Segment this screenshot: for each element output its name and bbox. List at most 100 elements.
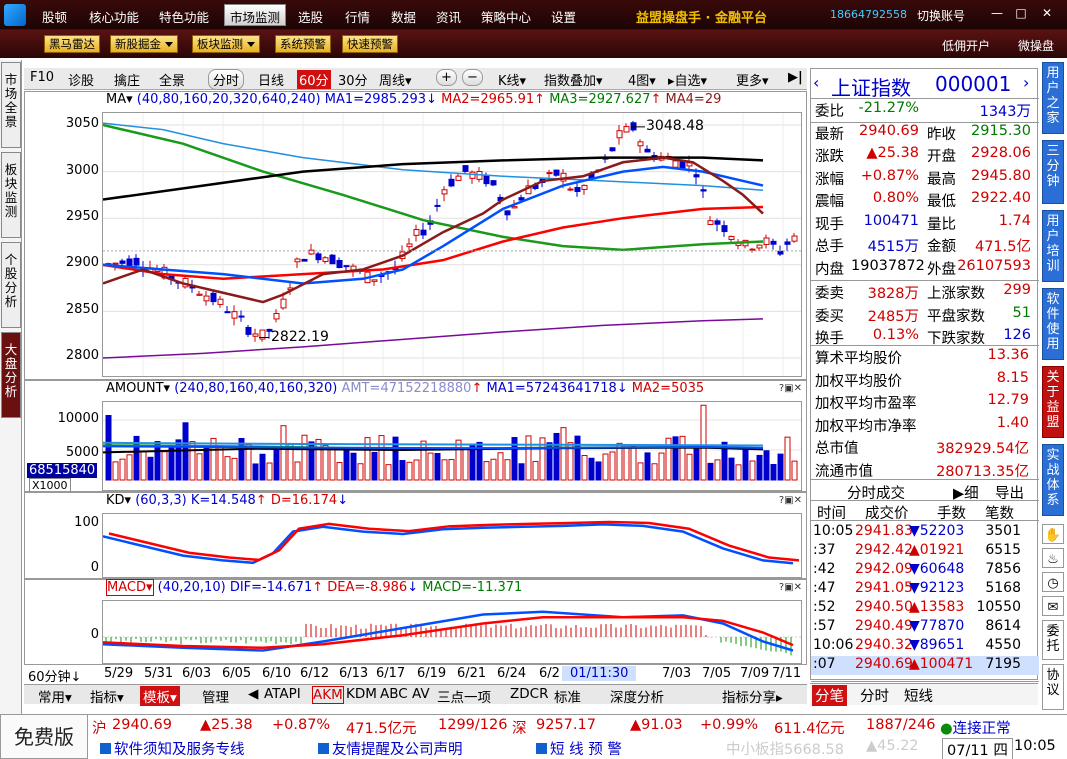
tab-agreement[interactable]: 协议 — [1042, 664, 1064, 710]
menu-item-news[interactable]: 资讯 — [436, 7, 461, 26]
ticks-detail-button[interactable]: ▶细 — [953, 482, 979, 503]
tab-index-analysis[interactable]: 大盘分析 — [1, 332, 21, 418]
macd-plot-area[interactable] — [102, 600, 802, 664]
tick-row[interactable]: :52 2940.50 ▲13583 10550 — [811, 599, 1039, 618]
amount-plot-area[interactable] — [102, 401, 802, 491]
panorama-button[interactable]: 全景 — [159, 70, 185, 89]
ma-title[interactable]: MA — [106, 92, 126, 107]
menu-item-0[interactable]: 股顿 — [42, 7, 67, 26]
amount-dropdown-icon[interactable]: ▾ — [164, 381, 171, 396]
tab-user-training[interactable]: 用户培训 — [1042, 210, 1064, 282]
collapse-panel-icon[interactable]: ▶| — [788, 70, 803, 85]
intraday-button[interactable]: 分时 — [208, 69, 245, 90]
kline-plot-area[interactable]: 3048.48 2822.19 — [102, 112, 802, 377]
kline-button[interactable]: K线▾ — [498, 70, 526, 89]
tick-row[interactable]: :07 2940.69 ▲100471 7195 — [811, 656, 1039, 675]
scroll-left-icon[interactable]: ◀ — [248, 686, 258, 702]
four-charts-button[interactable]: 4图▾ — [628, 70, 656, 89]
software-notice-link[interactable]: 软件须知及服务专线 — [100, 738, 245, 759]
shortline-alert-link[interactable]: 短 线 预 警 — [536, 738, 622, 759]
low-commission-link[interactable]: 低佣开户 — [942, 37, 990, 54]
system-alert-button[interactable]: 系统预警 — [275, 35, 331, 53]
amount-title[interactable]: AMOUNT — [106, 381, 164, 396]
ticks-export-button[interactable]: 导出 — [995, 482, 1024, 503]
menu-item-strategy[interactable]: 策略中心 — [481, 7, 531, 26]
micro-trade-link[interactable]: 微操盘 — [1018, 37, 1054, 54]
prev-stock-icon[interactable]: ‹ — [813, 73, 819, 92]
menu-item-quotes[interactable]: 行情 — [345, 7, 370, 26]
tab-intraday[interactable]: 分时 — [860, 685, 889, 706]
tab-atapi[interactable]: ATAPI — [264, 686, 301, 702]
tab-indicator[interactable]: 指标▾ — [90, 686, 124, 706]
tick-row[interactable]: 10:06 2940.32 ▼89651 4550 — [811, 637, 1039, 656]
tab-shortline[interactable]: 短线 — [904, 685, 933, 706]
f10-button[interactable]: F10 — [30, 70, 54, 85]
panel-control-icons[interactable]: ?▣✕ — [779, 582, 802, 593]
tick-row[interactable]: :47 2941.05 ▼92123 5168 — [811, 580, 1039, 599]
60min-button[interactable]: 60分 — [297, 70, 331, 89]
hand-icon[interactable]: ✋ — [1042, 524, 1064, 544]
more-button[interactable]: 更多▾ — [736, 70, 769, 89]
tick-row[interactable]: 10:05 2941.83 ▼52203 3501 — [811, 523, 1039, 542]
period-selector[interactable]: 60分钟↓ — [28, 666, 81, 685]
close-icon[interactable]: ✕ — [1040, 6, 1054, 20]
menu-item-special[interactable]: 特色功能 — [159, 7, 209, 26]
tick-row[interactable]: :42 2942.09 ▼60648 7856 — [811, 561, 1039, 580]
menu-item-market-monitor[interactable]: 市场监测 — [224, 4, 287, 26]
tab-stock-analysis[interactable]: 个股分析 — [1, 242, 21, 328]
tab-ticks[interactable]: 分笔 — [812, 685, 847, 706]
menu-item-settings[interactable]: 设置 — [551, 7, 576, 26]
tab-entrust[interactable]: 委托 — [1042, 620, 1064, 660]
tab-indicator-share[interactable]: 指标分享▸ — [722, 686, 783, 706]
quick-alert-button[interactable]: 快速预警 — [342, 35, 398, 53]
tab-common[interactable]: 常用▾ — [38, 686, 72, 706]
kd-plot-area[interactable] — [102, 513, 802, 578]
switch-account-link[interactable]: 切换账号 — [917, 7, 965, 24]
macd-title-button[interactable]: MACD▾ — [106, 579, 154, 596]
new-stock-button[interactable]: 新股掘金 — [110, 35, 178, 53]
tab-zdcr[interactable]: ZDCR — [510, 686, 548, 702]
tab-market-overview[interactable]: 市场全景 — [1, 62, 21, 148]
menu-item-core[interactable]: 核心功能 — [89, 7, 139, 26]
maximize-icon[interactable]: □ — [1014, 6, 1028, 20]
clock-icon[interactable]: ◷ — [1042, 572, 1064, 592]
kd-title[interactable]: KD — [106, 493, 125, 508]
ma-dropdown-icon[interactable]: ▾ — [126, 92, 133, 107]
tab-practice-system[interactable]: 实战体系 — [1042, 444, 1064, 516]
ticks-tab[interactable]: 分时成交 — [847, 482, 905, 503]
disclaimer-link[interactable]: 友情提醒及公司声明 — [318, 738, 463, 759]
kd-dropdown-icon[interactable]: ▾ — [125, 493, 132, 508]
index-overlay-button[interactable]: 指数叠加▾ — [544, 70, 603, 89]
tab-user-home[interactable]: 用户之家 — [1042, 62, 1064, 134]
menu-item-stock-select[interactable]: 选股 — [298, 7, 323, 26]
tab-kdm[interactable]: KDM — [346, 686, 377, 702]
tab-manage[interactable]: 管理 — [202, 686, 229, 706]
watchlist-button[interactable]: ▸自选▾ — [668, 70, 707, 89]
tab-sector-monitor[interactable]: 板块监测 — [1, 152, 21, 238]
capture-button[interactable]: 擒庄 — [114, 70, 140, 89]
sector-monitor-button[interactable]: 板块监测 — [192, 35, 260, 53]
30min-button[interactable]: 30分 — [338, 70, 368, 89]
daily-button[interactable]: 日线 — [258, 70, 284, 89]
tab-three-minutes[interactable]: 三分钟 — [1042, 140, 1064, 204]
black-horse-radar-button[interactable]: 黑马雷达 — [44, 35, 100, 53]
tab-template[interactable]: 模板▾ — [140, 686, 180, 706]
weekly-button[interactable]: 周线▾ — [379, 70, 412, 89]
envelope-icon[interactable]: ✉ — [1042, 596, 1064, 616]
bell-icon[interactable]: ♨ — [1042, 548, 1064, 568]
tick-row[interactable]: :57 2940.49 ▼77870 8614 — [811, 618, 1039, 637]
tab-about[interactable]: 关于益盟 — [1042, 366, 1064, 438]
tab-deep-analysis[interactable]: 深度分析 — [610, 686, 664, 706]
zoom-out-button[interactable]: − — [462, 69, 483, 86]
tab-av[interactable]: AV — [412, 686, 430, 702]
diagnose-button[interactable]: 诊股 — [68, 70, 94, 89]
panel-control-icons[interactable]: ?▣✕ — [779, 383, 802, 394]
tab-standard[interactable]: 标准 — [554, 686, 581, 706]
tick-row[interactable]: :37 2942.42 ▲01921 6515 — [811, 542, 1039, 561]
tab-three-point[interactable]: 三点一项 — [437, 686, 491, 706]
tab-software-usage[interactable]: 软件使用 — [1042, 288, 1064, 360]
panel-control-icons[interactable]: ?▣✕ — [779, 495, 802, 506]
minimize-icon[interactable]: — — [990, 6, 1004, 20]
tab-akm[interactable]: AKM — [312, 686, 344, 704]
tab-abc[interactable]: ABC — [380, 686, 408, 702]
